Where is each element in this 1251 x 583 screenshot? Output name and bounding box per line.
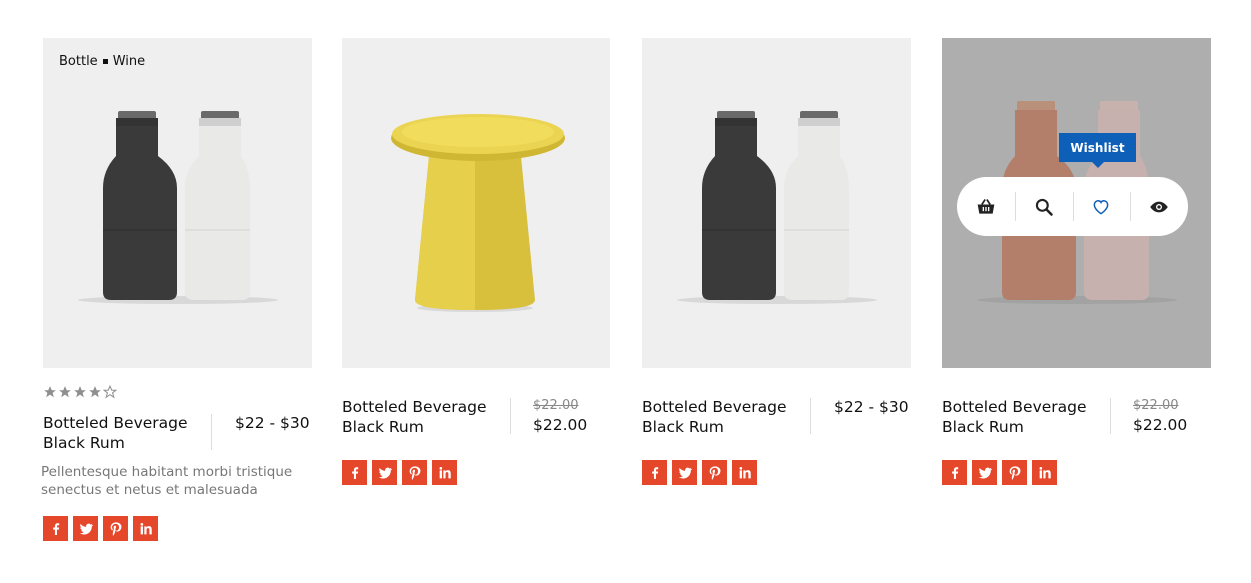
price-box: $22.00 $22.00 [511,397,587,437]
price-box: $22 - $30 [212,413,310,453]
grinders-image [78,111,278,304]
pinterest-icon [709,465,720,480]
quick-actions-bar [957,177,1188,236]
heart-icon [1093,199,1109,215]
category-link[interactable]: Bottle [59,54,98,69]
product-card: Botteled Beverage Black Rum $22 - $30 [642,38,911,485]
star-rating [43,385,117,399]
star-filled-icon [44,386,56,398]
old-price: $22.00 [1133,398,1179,413]
social-share [642,460,757,485]
pinterest-share-button[interactable] [103,516,128,541]
product-card: Wishlist Botteled Beverage Black Rum $22… [942,38,1211,485]
twitter-share-button[interactable] [672,460,697,485]
pinterest-icon [110,521,121,536]
product-description: Pellentesque habitant morbi tristique se… [41,464,293,498]
twitter-share-button[interactable] [972,460,997,485]
facebook-share-button[interactable] [642,460,667,485]
product-info: Botteled Beverage Black Rum $22 - $30 [43,413,312,453]
twitter-icon [378,467,392,479]
separator-dot [102,59,108,64]
twitter-icon [978,467,992,479]
twitter-share-button[interactable] [73,516,98,541]
facebook-share-button[interactable] [942,460,967,485]
facebook-share-button[interactable] [342,460,367,485]
product-image[interactable]: Bottle Wine [43,38,312,368]
wishlist-button[interactable] [1072,177,1131,236]
product-title[interactable]: Botteled Beverage Black Rum [342,397,510,437]
product-image[interactable] [642,38,911,368]
old-price: $22.00 [533,398,579,413]
quick-view-button[interactable] [1130,177,1188,236]
facebook-icon [351,466,358,479]
linkedin-share-button[interactable] [432,460,457,485]
product-info: Botteled Beverage Black Rum $22 - $30 [642,397,911,437]
social-share [942,460,1057,485]
wishlist-tooltip: Wishlist [1059,133,1136,168]
grinders-image [677,111,877,304]
product-image[interactable] [342,38,610,368]
product-info: Botteled Beverage Black Rum $22.00 $22.0… [342,397,610,437]
price-box: $22 - $30 [811,397,909,437]
product-price: $22 - $30 [235,414,310,432]
social-share [342,460,457,485]
star-filled-icon [74,386,86,398]
facebook-icon [651,466,658,479]
product-card: Botteled Beverage Black Rum $22.00 $22.0… [342,38,610,485]
pinterest-share-button[interactable] [402,460,427,485]
category-link[interactable]: Wine [113,54,145,69]
linkedin-icon [140,522,152,534]
linkedin-share-button[interactable] [133,516,158,541]
product-card: Bottle Wine Botteled Beverage Black Rum … [41,38,312,541]
yellow-side-table-image [391,114,565,312]
product-title[interactable]: Botteled Beverage Black Rum [642,397,810,437]
pinterest-share-button[interactable] [1002,460,1027,485]
linkedin-icon [739,466,751,478]
twitter-icon [79,523,93,535]
social-share [43,516,158,541]
product-price: $22.00 [1133,416,1188,434]
eye-icon [1150,201,1168,212]
facebook-icon [951,466,958,479]
star-filled-icon [59,386,71,398]
product-title[interactable]: Botteled Beverage Black Rum [43,413,211,453]
price-box: $22.00 $22.00 [1111,397,1187,437]
product-info: Botteled Beverage Black Rum $22.00 $22.0… [942,397,1211,437]
product-price: $22.00 [533,416,588,434]
category-tags: Bottle Wine [59,54,145,69]
linkedin-icon [439,466,451,478]
linkedin-share-button[interactable] [732,460,757,485]
facebook-share-button[interactable] [43,516,68,541]
search-icon [1035,198,1053,216]
product-image[interactable]: Wishlist [942,38,1211,368]
quick-search-button[interactable] [1014,177,1073,236]
facebook-icon [52,522,59,535]
linkedin-share-button[interactable] [1032,460,1057,485]
basket-icon [977,198,995,214]
product-title[interactable]: Botteled Beverage Black Rum [942,397,1110,437]
pinterest-icon [1009,465,1020,480]
pinterest-icon [409,465,420,480]
twitter-icon [678,467,692,479]
add-to-cart-button[interactable] [957,177,1015,236]
twitter-share-button[interactable] [372,460,397,485]
star-empty-icon [103,385,117,399]
pinterest-share-button[interactable] [702,460,727,485]
linkedin-icon [1039,466,1051,478]
product-price: $22 - $30 [834,398,909,416]
star-filled-icon [89,386,101,398]
